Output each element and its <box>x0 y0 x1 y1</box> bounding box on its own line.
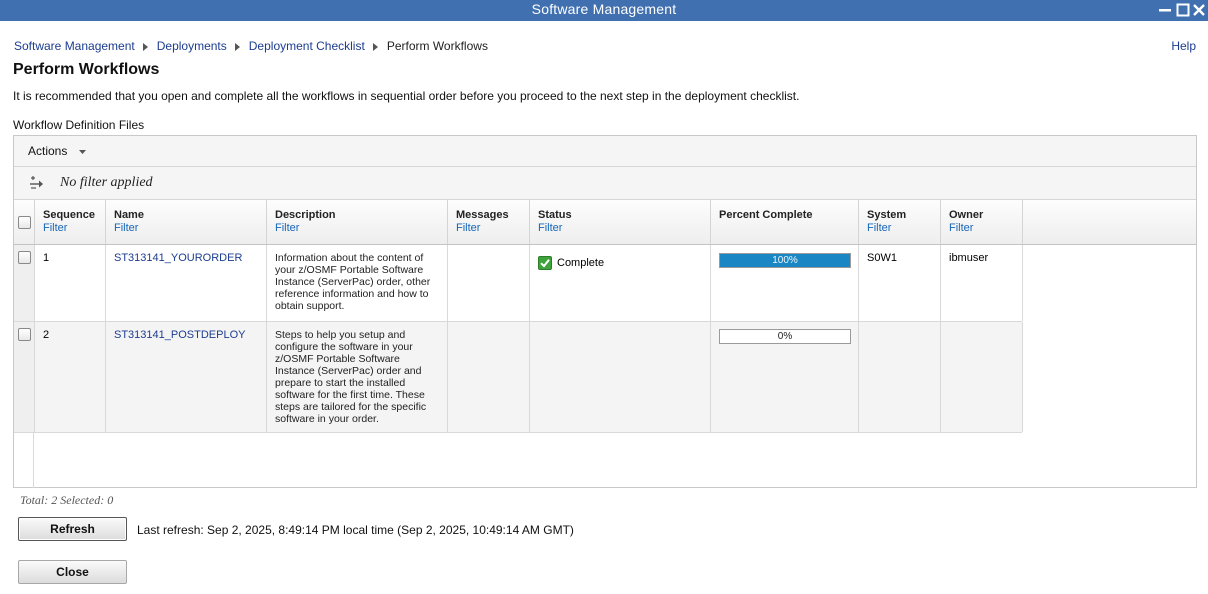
breadcrumb-deployments[interactable]: Deployments <box>157 39 227 53</box>
refresh-button[interactable]: Refresh <box>18 517 127 541</box>
close-icon[interactable] <box>1191 2 1207 18</box>
description-cell: Information about the content of your z/… <box>267 245 448 321</box>
title-bar: Software Management <box>0 0 1208 21</box>
column-description-label: Description <box>275 209 336 221</box>
row-checkbox[interactable] <box>18 328 31 341</box>
messages-cell <box>448 245 530 321</box>
actions-label: Actions <box>28 144 68 158</box>
description-cell: Steps to help you setup and configure th… <box>267 322 448 432</box>
progress-label: 0% <box>777 331 793 342</box>
column-owner[interactable]: Owner Filter <box>941 200 1023 244</box>
table-header: Sequence Filter Name Filter Description … <box>14 200 1196 245</box>
name-cell: ST313141_YOURORDER <box>106 245 267 321</box>
help-link[interactable]: Help <box>1171 39 1196 53</box>
breadcrumb-software-management[interactable]: Software Management <box>14 39 135 53</box>
column-sequence-label: Sequence <box>43 209 95 221</box>
table-row[interactable]: 2 ST313141_POSTDEPLOY Steps to help you … <box>14 322 1023 433</box>
column-sequence[interactable]: Sequence Filter <box>35 200 106 244</box>
filter-link-messages[interactable]: Filter <box>456 222 529 234</box>
breadcrumb-current: Perform Workflows <box>386 39 488 53</box>
workflow-table: Actions No filter applied Sequence Filte… <box>13 135 1197 488</box>
row-select-cell <box>14 245 35 321</box>
status-cell: Complete <box>530 245 711 321</box>
workflow-name-link[interactable]: ST313141_POSTDEPLOY <box>114 329 245 341</box>
select-all-checkbox[interactable] <box>18 216 31 229</box>
owner-cell <box>941 322 1023 432</box>
window-title: Software Management <box>531 1 677 17</box>
breadcrumb: Software Management Deployments Deployment… <box>14 39 488 53</box>
status-cell <box>530 322 711 432</box>
column-name-label: Name <box>114 209 144 221</box>
progress-bar: 0% <box>719 329 851 344</box>
column-owner-label: Owner <box>949 209 984 221</box>
system-cell: S0W1 <box>859 245 941 321</box>
last-refresh-text: Last refresh: Sep 2, 2025, 8:49:14 PM lo… <box>137 523 574 537</box>
column-description[interactable]: Description Filter <box>267 200 448 244</box>
column-status-label: Status <box>538 209 572 221</box>
caret-down-icon <box>78 149 86 154</box>
row-select-cell <box>14 322 35 432</box>
system-cell <box>859 322 941 432</box>
filter-status-text: No filter applied <box>60 175 153 190</box>
column-system[interactable]: System Filter <box>859 200 941 244</box>
messages-cell <box>448 322 530 432</box>
table-row[interactable]: 1 ST313141_YOURORDER Information about t… <box>14 245 1023 322</box>
workflow-name-link[interactable]: ST313141_YOURORDER <box>114 252 242 264</box>
column-percent-complete-label: Percent Complete <box>719 209 813 221</box>
breadcrumb-deployment-checklist[interactable]: Deployment Checklist <box>249 39 365 53</box>
column-name[interactable]: Name Filter <box>106 200 267 244</box>
status-text: Complete <box>557 256 605 269</box>
name-cell: ST313141_POSTDEPLOY <box>106 322 267 432</box>
section-label: Workflow Definition Files <box>13 118 145 132</box>
breadcrumb-chevron-icon <box>142 42 148 51</box>
maximize-icon[interactable] <box>1175 2 1191 18</box>
filter-icon[interactable] <box>29 175 47 191</box>
progress-bar: 100% <box>719 253 851 268</box>
filter-link-status[interactable]: Filter <box>538 222 710 234</box>
filter-link-owner[interactable]: Filter <box>949 222 1022 234</box>
filter-link-name[interactable]: Filter <box>114 222 266 234</box>
checkmark-icon <box>538 256 552 270</box>
row-checkbox[interactable] <box>18 251 31 264</box>
column-messages-label: Messages <box>456 209 509 221</box>
column-system-label: System <box>867 209 907 221</box>
table-toolbar: Actions <box>14 136 1196 167</box>
table-totals: Total: 2 Selected: 0 <box>20 493 114 507</box>
filter-link-description[interactable]: Filter <box>275 222 447 234</box>
close-button[interactable]: Close <box>18 560 127 584</box>
owner-cell: ibmuser <box>941 245 1023 321</box>
percent-complete-cell: 100% <box>711 245 859 321</box>
sequence-cell: 1 <box>35 245 106 321</box>
filter-link-system[interactable]: Filter <box>867 222 940 234</box>
percent-complete-cell: 0% <box>711 322 859 432</box>
column-messages[interactable]: Messages Filter <box>448 200 530 244</box>
breadcrumb-chevron-icon <box>372 42 378 51</box>
progress-label: 100% <box>772 255 798 266</box>
select-all-column <box>14 200 35 244</box>
column-percent-complete[interactable]: Percent Complete <box>711 200 859 244</box>
breadcrumb-chevron-icon <box>234 42 240 51</box>
actions-menu-button[interactable]: Actions <box>28 144 86 158</box>
filter-link-sequence[interactable]: Filter <box>43 222 105 234</box>
column-status[interactable]: Status Filter <box>530 200 711 244</box>
intro-text: It is recommended that you open and comp… <box>13 89 800 103</box>
sequence-cell: 2 <box>35 322 106 432</box>
filter-bar: No filter applied <box>14 167 1196 200</box>
minimize-icon[interactable] <box>1157 2 1173 18</box>
page-title: Perform Workflows <box>13 61 160 78</box>
